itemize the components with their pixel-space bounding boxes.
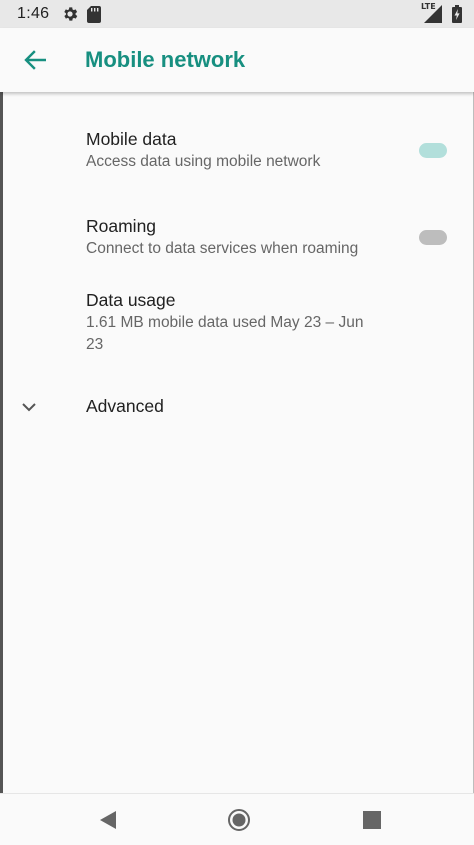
settings-gear-icon [61, 5, 79, 23]
pref-mobile-data[interactable]: Mobile data Access data using mobile net… [0, 92, 474, 194]
back-triangle-icon [100, 810, 116, 829]
sd-card-icon [87, 5, 102, 23]
mobile-data-toggle[interactable] [419, 143, 447, 158]
recents-square-icon [363, 810, 381, 829]
status-bar: 1:46 LTE [0, 0, 474, 28]
pref-summary: Access data using mobile network [86, 153, 321, 170]
pref-title: Mobile data [86, 129, 177, 149]
app-bar: Mobile network [0, 28, 474, 92]
advanced-label: Advanced [86, 396, 164, 416]
chevron-down-icon [22, 402, 36, 411]
arrow-left-icon [24, 50, 46, 70]
status-time: 1:46 [17, 5, 50, 22]
nav-home-button[interactable] [226, 807, 252, 833]
page-title: Mobile network [85, 47, 246, 72]
pref-summary: Connect to data services when roaming [86, 239, 359, 257]
nav-back-button[interactable] [96, 809, 120, 831]
lte-signal-icon: LTE [421, 2, 442, 23]
navigation-bar [0, 793, 474, 845]
advanced-expander[interactable]: Advanced [0, 364, 474, 449]
back-button[interactable] [0, 28, 70, 92]
pref-data-usage[interactable]: Data usage 1.61 MB mobile data used May … [0, 279, 474, 364]
pref-roaming[interactable]: Roaming Connect to data services when ro… [0, 194, 474, 279]
home-circle-icon [228, 808, 250, 831]
pref-summary: 1.61 MB mobile data used May 23 – Jun 23 [86, 313, 364, 353]
battery-icon [452, 5, 462, 23]
roaming-toggle[interactable] [419, 229, 447, 245]
lte-label: LTE [421, 2, 436, 11]
pref-title: Roaming [86, 215, 157, 236]
preference-list: Mobile data Access data using mobile net… [0, 92, 474, 449]
nav-recents-button[interactable] [362, 810, 382, 830]
pref-title: Data usage [86, 289, 176, 310]
